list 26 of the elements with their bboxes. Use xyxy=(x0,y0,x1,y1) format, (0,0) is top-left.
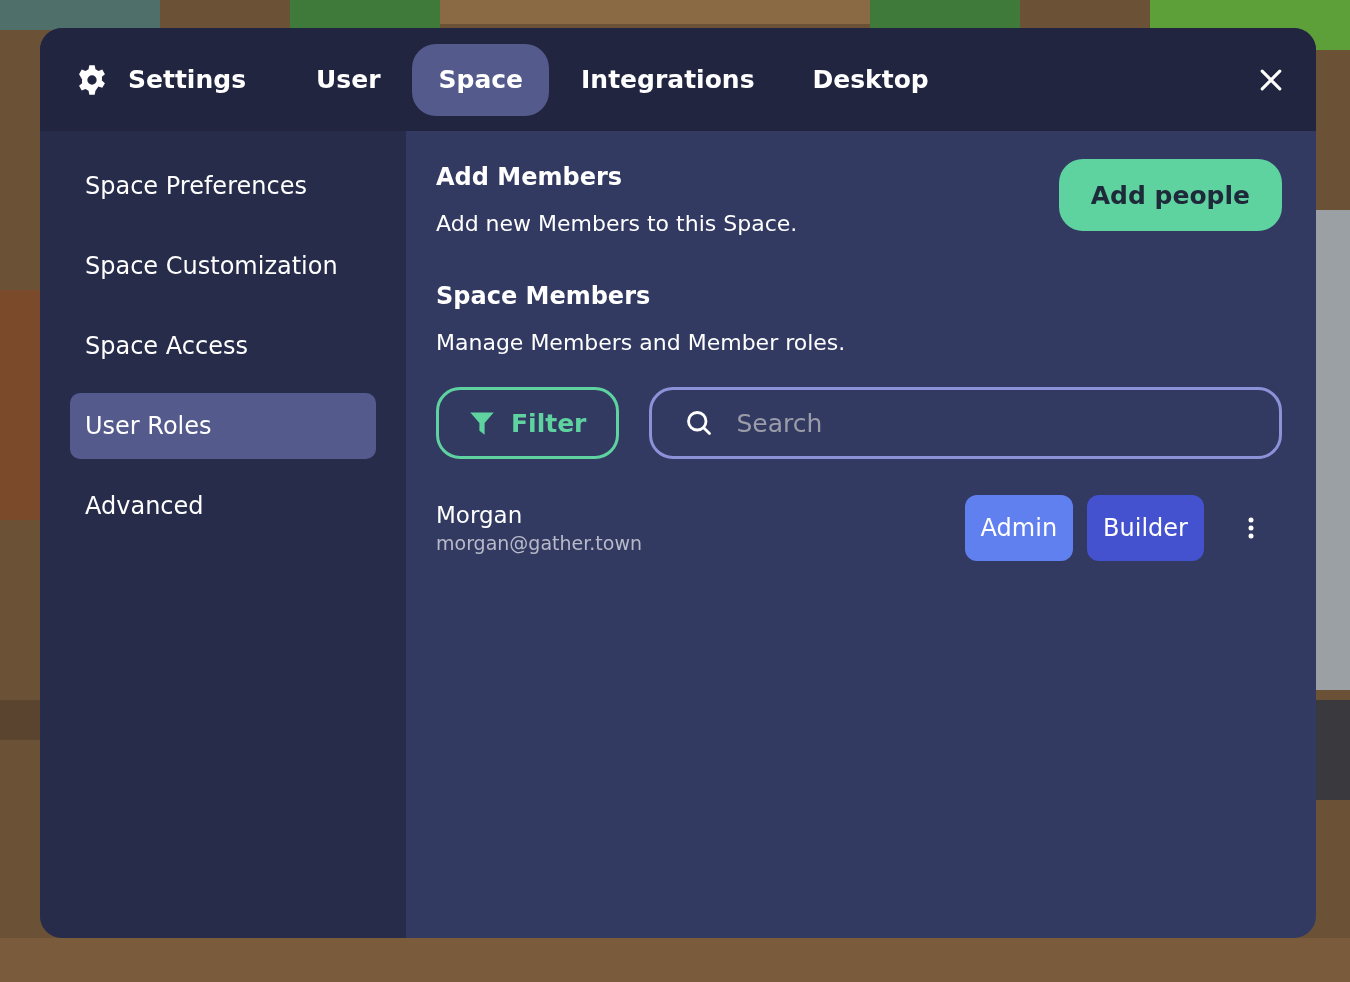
sidebar-item[interactable]: Advanced xyxy=(70,473,376,539)
settings-icon xyxy=(76,63,108,96)
sidebar-item[interactable]: Space Access xyxy=(70,313,376,379)
sidebar-item[interactable]: Space Preferences xyxy=(70,153,376,219)
more-icon[interactable] xyxy=(1248,517,1254,539)
filter-icon xyxy=(469,410,495,436)
section-title: Space Members xyxy=(436,282,652,310)
tab[interactable]: Integrations xyxy=(555,43,781,116)
sidebar-item[interactable]: Space Customization xyxy=(70,233,376,299)
tab[interactable]: Space xyxy=(412,43,550,116)
section-description: Add new Members to this Space. xyxy=(436,211,798,236)
section-title: Add Members xyxy=(436,163,624,191)
tab[interactable]: User xyxy=(290,43,407,116)
role-badge: Builder xyxy=(1087,495,1204,561)
role-badge: Admin xyxy=(964,495,1074,561)
section-description: Manage Members and Member roles. xyxy=(436,330,847,355)
sidebar-item[interactable]: User Roles xyxy=(70,393,376,459)
tab[interactable]: Desktop xyxy=(786,43,955,116)
dialog-title: Settings xyxy=(128,65,246,94)
member-email: morgan@gather.town xyxy=(436,532,642,554)
search-field[interactable]: Search xyxy=(649,387,1282,459)
search-icon xyxy=(685,409,714,437)
filter-button[interactable]: Filter xyxy=(436,387,620,459)
member-name: Morgan xyxy=(436,502,524,528)
add-people-button[interactable]: Add people xyxy=(1058,159,1282,231)
close-icon[interactable] xyxy=(1260,68,1282,91)
